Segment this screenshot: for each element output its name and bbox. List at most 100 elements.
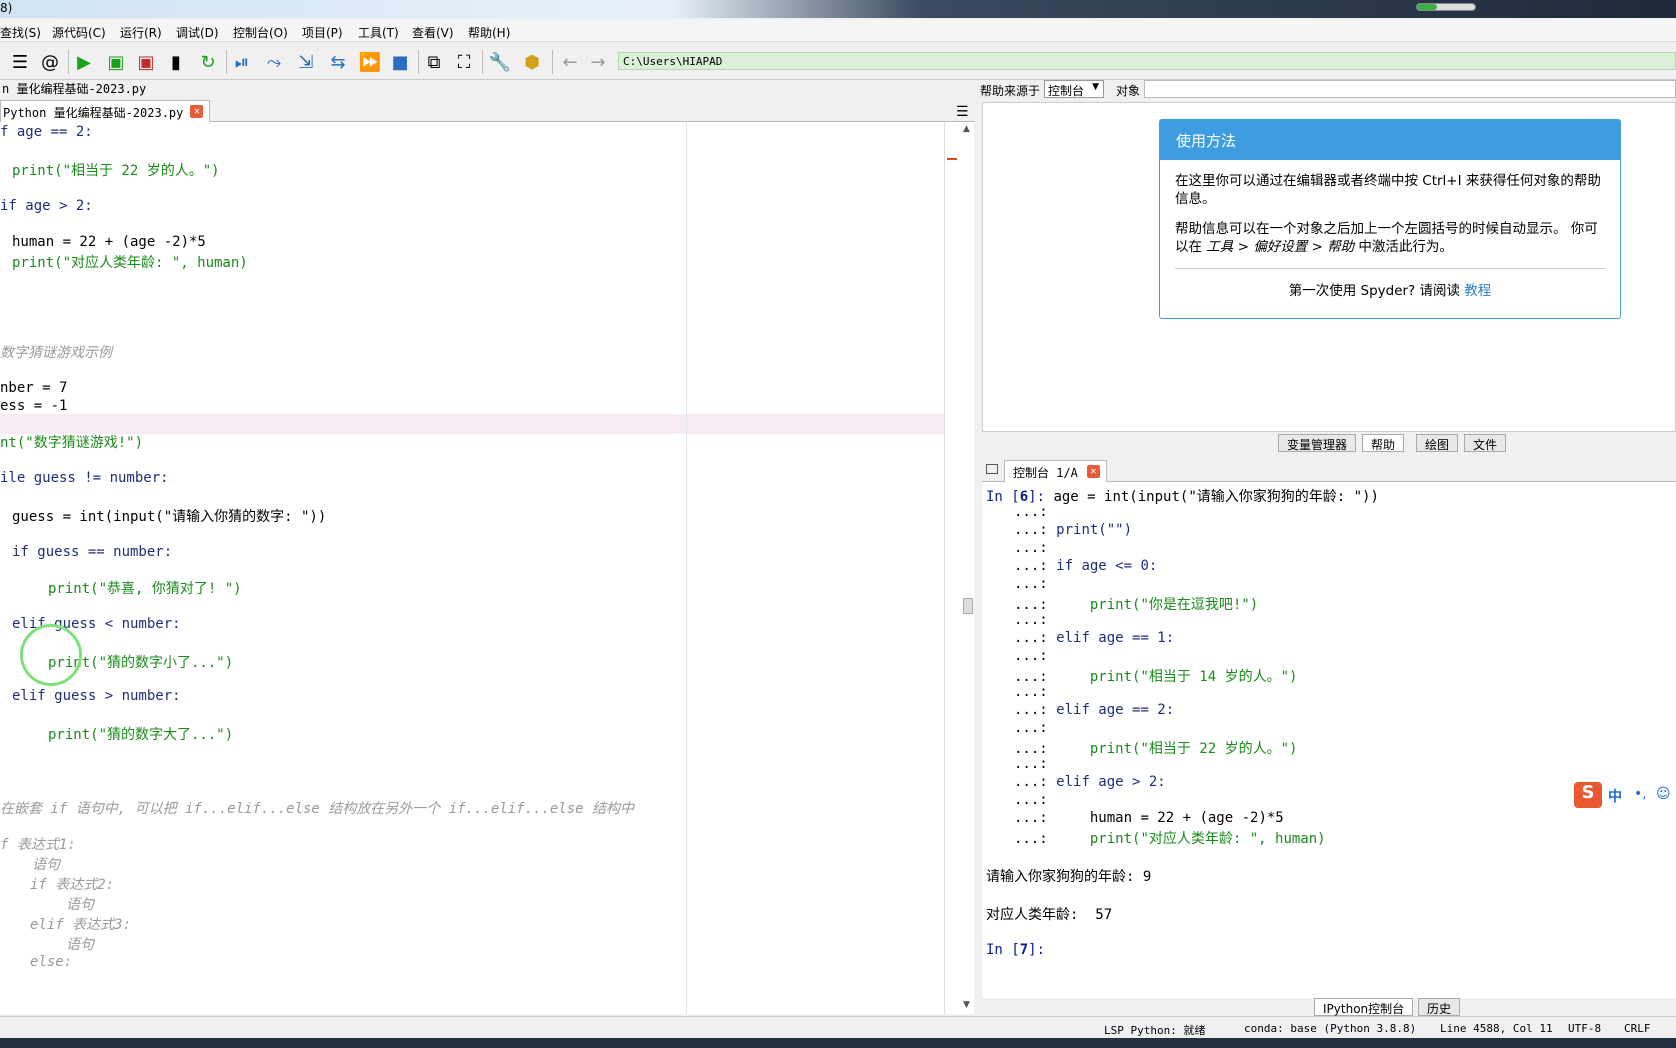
at-icon[interactable]: @ [38, 50, 62, 74]
tutorial-link[interactable]: 教程 [1464, 283, 1491, 299]
run-icon[interactable]: ▶ [72, 50, 96, 74]
menu-source[interactable]: 源代码(C) [52, 24, 106, 41]
console-line: ...: print("你是在逗我吧!") [1014, 597, 1259, 613]
usage-card-title: 使用方法 [1160, 120, 1620, 160]
code-line: if age > 2: [0, 198, 93, 214]
os-taskbar [0, 1038, 1676, 1048]
editor-scrollbar[interactable]: ▲ ▼ [944, 122, 974, 1014]
console-line: ...: if age <= 0: [1014, 558, 1158, 574]
menu-bar: 查找(S) 源代码(C) 运行(R) 调试(D) 控制台(O) 项目(P) 工具… [0, 20, 1676, 42]
continue-icon[interactable]: ⏩ [358, 50, 382, 74]
sogou-logo-icon[interactable]: S [1574, 782, 1602, 808]
input-method-toolbar[interactable]: S 中 •, ☺ [1572, 782, 1676, 808]
console-line: ...: print("对应人类年龄: ", human) [1014, 831, 1326, 847]
step-icon[interactable]: ⤳ [262, 50, 286, 74]
help-source-select[interactable]: 控制台 ▼ [1044, 80, 1104, 98]
usage-card: 使用方法 在这里你可以通过在编辑器或者终端中按 Ctrl+I 来获得任何对象的帮… [1159, 119, 1621, 319]
menu-console[interactable]: 控制台(O) [233, 24, 288, 41]
window-title: 8) [0, 1, 13, 15]
code-line: ess = -1 [0, 398, 68, 414]
emoji-icon[interactable]: ☺ [1656, 786, 1671, 802]
warning-marker [947, 158, 957, 160]
tutorial-text: 第一次使用 Spyder? 请阅读 [1288, 283, 1465, 299]
editor-file-path: n 量化编程基础-2023.py [2, 82, 147, 96]
object-input[interactable] [1144, 80, 1676, 98]
python-path-icon[interactable]: ⬢ [520, 50, 544, 74]
console-line: ...: [1014, 648, 1048, 664]
maximize-pane-icon[interactable]: ⧉ [422, 50, 446, 74]
scroll-up-icon[interactable]: ▲ [963, 124, 970, 134]
tab-help[interactable]: 帮助 [1362, 434, 1405, 452]
menu-tools[interactable]: 工具(T) [358, 24, 399, 41]
progress-indicator [1416, 3, 1476, 11]
code-line: print("猜的数字大了...") [48, 727, 234, 743]
run-cell-icon[interactable]: ▣ [104, 50, 128, 74]
code-comment: 语句 [32, 857, 60, 873]
edge-line [686, 122, 687, 1014]
close-console-icon[interactable]: ✕ [1086, 465, 1100, 478]
ipython-console[interactable]: In [6]: age = int(input("请输入你家狗狗的年龄: "))… [982, 482, 1676, 998]
help-pane: 使用方法 在这里你可以通过在编辑器或者终端中按 Ctrl+I 来获得任何对象的帮… [982, 102, 1676, 432]
close-tab-icon[interactable]: ✕ [190, 105, 204, 118]
mouse-cursor-highlight [20, 624, 82, 686]
editor-tab-label: Python 量化编程基础-2023.py [3, 106, 184, 120]
forward-arrow-icon[interactable]: → [586, 50, 610, 74]
options-menu-icon[interactable]: ☰ [956, 104, 969, 120]
console-output: 请输入你家狗狗的年龄: 9 [986, 869, 1152, 885]
tab-variable-explorer[interactable]: 变量管理器 [1278, 434, 1357, 452]
console-tab[interactable]: 控制台 1/A ✕ [1004, 460, 1107, 482]
ime-language[interactable]: 中 [1608, 786, 1622, 806]
working-directory-path[interactable]: C:\Users\HIAPAD [618, 52, 1676, 70]
console-line: ...: elif age == 1: [1014, 630, 1175, 646]
run-selection-icon[interactable]: ▮ [164, 50, 188, 74]
scroll-down-icon[interactable]: ▼ [963, 1000, 970, 1010]
menu-help[interactable]: 帮助(H) [468, 24, 510, 41]
menu-debug[interactable]: 调试(D) [176, 24, 219, 41]
console-line: ...: [1014, 540, 1048, 556]
console-line: ...: [1014, 684, 1048, 700]
usage-paragraph-2: 帮助信息可以在一个对象之后加上一个左圆括号的时候自动显示。 你可以在 工具 > … [1160, 220, 1620, 256]
menu-projects[interactable]: 项目(P) [302, 24, 343, 41]
stop-icon[interactable]: ■ [388, 50, 412, 74]
menu-run[interactable]: 运行(R) [120, 24, 162, 41]
list-icon[interactable]: ☰ [8, 50, 32, 74]
scrollbar-thumb[interactable] [963, 598, 973, 614]
current-line-highlight [0, 414, 944, 434]
lsp-status: LSP Python: 就绪 [1104, 1024, 1206, 1037]
step-return-icon[interactable]: ⇆ [326, 50, 350, 74]
console-pane-icon[interactable] [986, 464, 998, 474]
fullscreen-icon[interactable]: ⛶ [452, 50, 476, 74]
step-into-icon[interactable]: ⇲ [294, 50, 318, 74]
console-line: ...: print("相当于 14 岁的人。") [1014, 669, 1298, 685]
tab-ipython-console[interactable]: IPython控制台 [1314, 998, 1414, 1016]
code-line: print("相当于 22 岁的人。") [12, 163, 220, 179]
debug-icon[interactable]: ⏯ [230, 50, 254, 74]
console-line: ...: print("相当于 22 岁的人。") [1014, 741, 1298, 757]
code-comment: if 表达式2: [30, 877, 115, 893]
console-line: ...: human = 22 + (age -2)*5 [1014, 810, 1284, 826]
punctuation-icon[interactable]: •, [1634, 786, 1647, 802]
preferences-path: 工具 > 偏好设置 > 帮助 [1206, 239, 1355, 255]
code-line: elif guess > number: [12, 688, 181, 704]
console-line: ...: [1014, 576, 1048, 592]
console-line: ...: [1014, 792, 1048, 808]
code-line: print("恭喜, 你猜对了! ") [48, 581, 242, 597]
console-line: ...: elif age > 2: [1014, 774, 1166, 790]
console-line: In [6]: age = int(input("请输入你家狗狗的年龄: ")) [986, 489, 1379, 505]
menu-view[interactable]: 查看(V) [412, 24, 454, 41]
menu-search[interactable]: 查找(S) [0, 24, 41, 41]
back-arrow-icon[interactable]: ← [558, 50, 582, 74]
tab-files[interactable]: 文件 [1464, 434, 1507, 452]
status-bar: LSP Python: 就绪 conda: base (Python 3.8.8… [0, 1016, 1676, 1038]
tab-plots[interactable]: 绘图 [1416, 434, 1459, 452]
editor-tab-row: Python 量化编程基础-2023.py ✕ [0, 98, 975, 122]
editor-tab[interactable]: Python 量化编程基础-2023.py ✕ [0, 100, 211, 122]
code-line: guess = int(input("请输入你猜的数字: ")) [12, 509, 327, 525]
wrench-icon[interactable]: 🔧 [488, 50, 512, 74]
console-tab-label: 控制台 1/A [1013, 466, 1078, 480]
run-cell-advance-icon[interactable]: ▣ [134, 50, 158, 74]
code-editor[interactable]: f age == 2: print("相当于 22 岁的人。") if age … [0, 122, 944, 1014]
rerun-icon[interactable]: ↻ [196, 50, 220, 74]
title-bar: 8) [0, 0, 1676, 18]
tab-history[interactable]: 历史 [1418, 998, 1461, 1016]
